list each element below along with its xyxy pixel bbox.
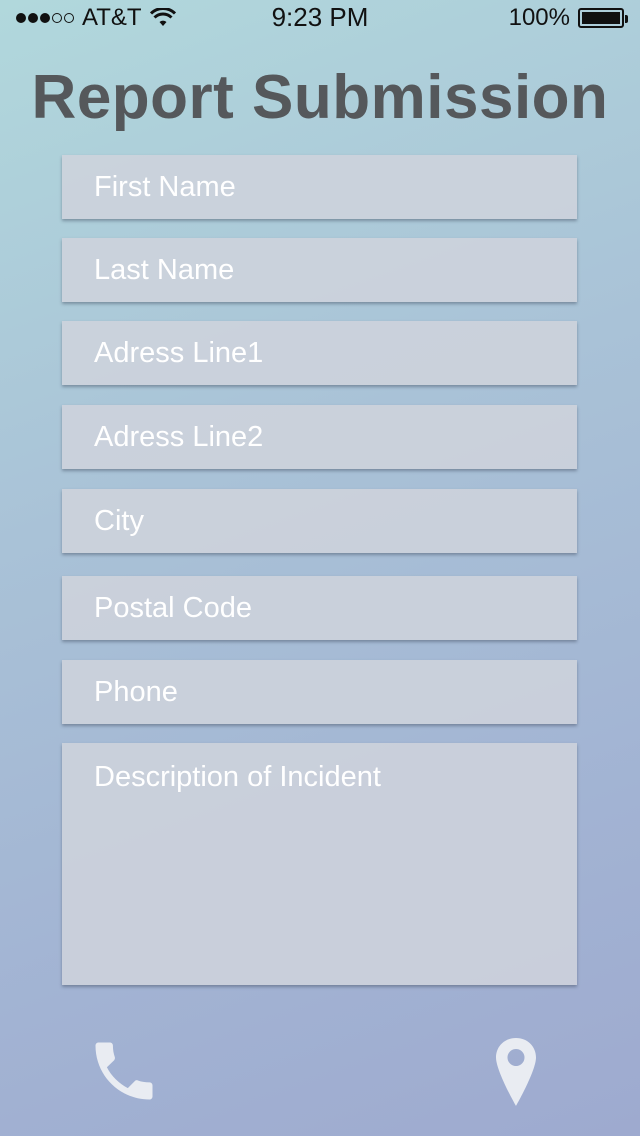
battery-percent: 100%	[508, 4, 570, 31]
city-field[interactable]: City	[62, 489, 577, 553]
postal-code-field[interactable]: Postal Code	[62, 576, 577, 640]
status-bar: AT&T 9:23 PM 100%	[0, 0, 640, 36]
phone-field[interactable]: Phone	[62, 660, 577, 724]
last-name-field[interactable]: Last Name	[62, 238, 577, 302]
location-pin-icon[interactable]	[494, 1036, 538, 1108]
first-name-field[interactable]: First Name	[62, 155, 577, 219]
page-title: Report Submission	[31, 63, 609, 132]
description-field[interactable]: Description of Incident	[62, 743, 577, 985]
status-right: 100%	[508, 4, 628, 32]
address-line2-field[interactable]: Adress Line2	[62, 405, 577, 469]
address-line1-field[interactable]: Adress Line1	[62, 321, 577, 385]
phone-icon[interactable]	[86, 1032, 162, 1110]
battery-icon	[578, 8, 628, 28]
